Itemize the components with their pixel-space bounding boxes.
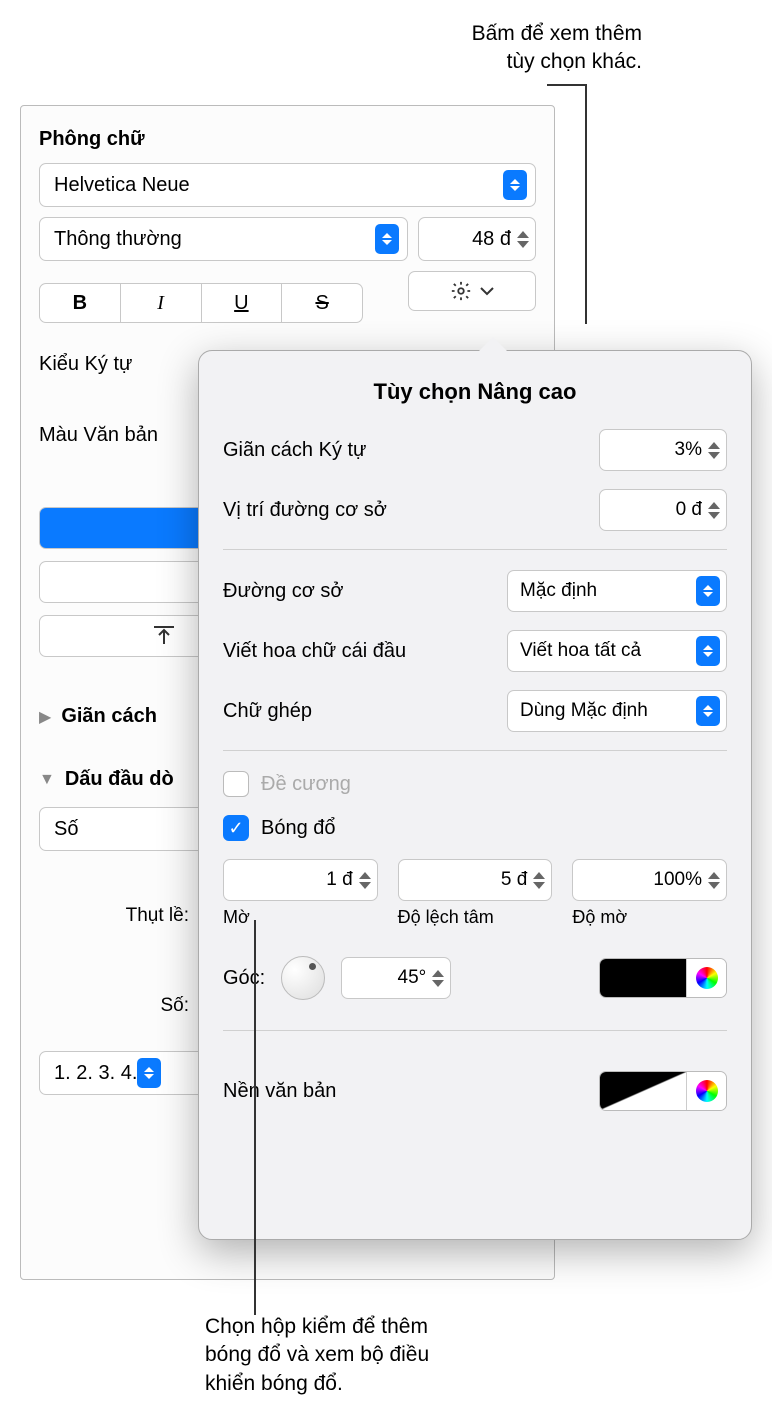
number-label: Số:: [39, 995, 189, 1017]
shadow-offset-stepper[interactable]: 5 đ: [398, 859, 553, 901]
advanced-options-button[interactable]: [408, 271, 536, 311]
divider: [223, 750, 727, 751]
chevron-down-icon: ▼: [39, 771, 55, 789]
outline-label: Đề cương: [261, 773, 351, 796]
baseline-label: Đường cơ sở: [223, 580, 507, 603]
shadow-checkbox[interactable]: ✓: [223, 815, 249, 841]
outline-checkbox[interactable]: [223, 771, 249, 797]
valign-top-icon: [154, 626, 174, 646]
ligatures-label: Chữ ghép: [223, 700, 507, 723]
caps-value: Viết hoa tất cả: [520, 640, 696, 662]
callout-leader-top: [585, 84, 587, 324]
baseline-dropdown[interactable]: Mặc định: [507, 570, 727, 612]
shadow-color-swatch: [600, 959, 686, 997]
text-bg-color-well[interactable]: [599, 1071, 727, 1111]
strikethrough-button[interactable]: S: [282, 283, 363, 323]
stepper-icon: [708, 872, 720, 889]
chevron-down-icon: [480, 286, 494, 296]
caps-label: Viết hoa chữ cái đầu: [223, 640, 507, 663]
callout-leader-bottom: [254, 920, 256, 1315]
dropdown-toggle-icon: [696, 696, 720, 726]
shadow-label: Bóng đổ: [261, 817, 336, 840]
caps-dropdown[interactable]: Viết hoa tất cả: [507, 630, 727, 672]
color-picker-button[interactable]: [686, 1072, 726, 1110]
shadow-blur-value: 1 đ: [234, 869, 359, 891]
shadow-offset-value: 5 đ: [409, 869, 534, 891]
outline-checkbox-row[interactable]: Đề cương: [223, 771, 727, 797]
font-section-title: Phông chữ: [39, 128, 536, 151]
ligatures-dropdown[interactable]: Dùng Mặc định: [507, 690, 727, 732]
gear-icon: [450, 280, 472, 302]
stepper-icon: [533, 872, 545, 889]
angle-value: 45°: [352, 967, 432, 989]
divider: [223, 549, 727, 550]
number-format-value: 1. 2. 3. 4.: [54, 1062, 137, 1085]
char-spacing-label: Giãn cách Ký tự: [223, 439, 599, 462]
dropdown-toggle-icon: [696, 636, 720, 666]
stepper-icon: [432, 970, 444, 987]
font-family-dropdown[interactable]: Helvetica Neue: [39, 163, 536, 207]
color-wheel-icon: [696, 1080, 718, 1102]
dropdown-toggle-icon: [696, 576, 720, 606]
indent-label: Thụt lề:: [39, 905, 189, 927]
text-bg-swatch: [600, 1072, 686, 1110]
color-picker-button[interactable]: [686, 959, 726, 997]
text-style-group: B I U S: [39, 283, 363, 323]
baseline-pos-value: 0 đ: [610, 499, 708, 521]
font-family-value: Helvetica Neue: [54, 174, 503, 197]
shadow-blur-stepper[interactable]: 1 đ: [223, 859, 378, 901]
stepper-icon: [359, 872, 371, 889]
shadow-opacity-label: Độ mờ: [572, 907, 727, 928]
dropdown-toggle-icon: [375, 224, 399, 254]
angle-dial[interactable]: [281, 956, 325, 1000]
callout-top: Bấm để xem thêm tùy chọn khác.: [472, 20, 642, 77]
baseline-pos-label: Vị trí đường cơ sở: [223, 499, 599, 522]
font-size-stepper[interactable]: 48 đ: [418, 217, 536, 261]
divider: [223, 1030, 727, 1031]
char-spacing-value: 3%: [610, 439, 708, 461]
shadow-color-well[interactable]: [599, 958, 727, 998]
bold-button[interactable]: B: [39, 283, 121, 323]
popover-title: Tùy chọn Nâng cao: [223, 379, 727, 405]
stepper-icon: [517, 231, 529, 248]
font-style-value: Thông thường: [54, 228, 375, 251]
angle-stepper[interactable]: 45°: [341, 957, 451, 999]
advanced-options-popover: Tùy chọn Nâng cao Giãn cách Ký tự 3% Vị …: [198, 350, 752, 1240]
stepper-icon: [708, 442, 720, 459]
callout-bottom: Chọn hộp kiểm để thêm bóng đổ và xem bộ …: [205, 1313, 429, 1398]
dropdown-toggle-icon: [137, 1058, 161, 1088]
italic-button[interactable]: I: [121, 283, 202, 323]
color-wheel-icon: [696, 967, 718, 989]
baseline-value: Mặc định: [520, 580, 696, 602]
chevron-right-icon: ▶: [39, 707, 51, 727]
font-style-dropdown[interactable]: Thông thường: [39, 217, 408, 261]
shadow-checkbox-row[interactable]: ✓ Bóng đổ: [223, 815, 727, 841]
stepper-icon: [708, 502, 720, 519]
shadow-opacity-value: 100%: [583, 869, 708, 891]
char-spacing-stepper[interactable]: 3%: [599, 429, 727, 471]
ligatures-value: Dùng Mặc định: [520, 700, 696, 722]
angle-label: Góc:: [223, 967, 265, 990]
shadow-opacity-stepper[interactable]: 100%: [572, 859, 727, 901]
font-size-value: 48 đ: [429, 228, 517, 251]
text-bg-label: Nền văn bản: [223, 1080, 583, 1103]
shadow-blur-label: Mờ: [223, 907, 378, 928]
dropdown-toggle-icon: [503, 170, 527, 200]
underline-button[interactable]: U: [202, 283, 283, 323]
shadow-offset-label: Độ lệch tâm: [398, 907, 553, 928]
baseline-pos-stepper[interactable]: 0 đ: [599, 489, 727, 531]
